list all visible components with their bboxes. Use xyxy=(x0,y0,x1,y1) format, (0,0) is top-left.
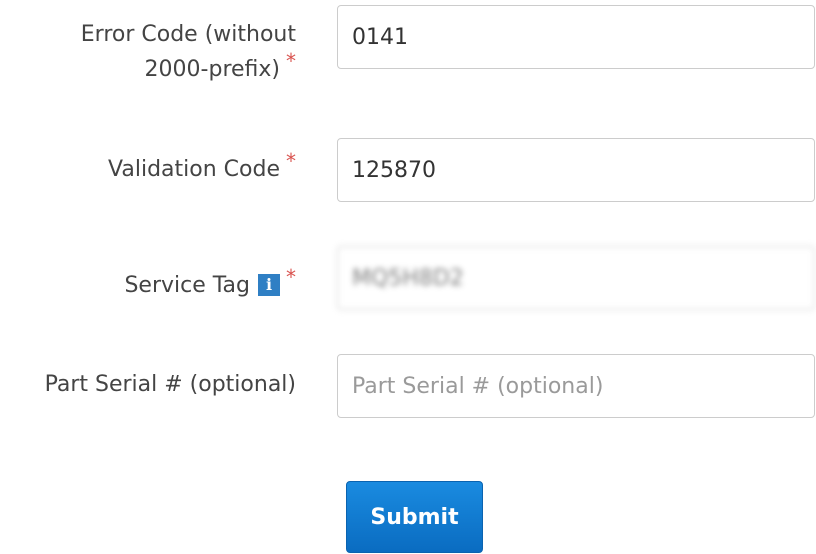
error-code-label-line2: 2000-prefix) * xyxy=(144,49,296,82)
service-tag-input[interactable] xyxy=(337,246,815,310)
info-icon[interactable]: i xyxy=(258,274,280,296)
required-asterisk: * xyxy=(286,49,296,73)
required-asterisk: * xyxy=(286,149,296,173)
submit-button[interactable]: Submit xyxy=(346,481,483,553)
part-serial-input[interactable] xyxy=(337,354,815,418)
required-asterisk: * xyxy=(286,265,296,289)
validation-code-input[interactable] xyxy=(337,138,815,202)
service-tag-label: Service Tag i * xyxy=(124,265,296,298)
error-code-label-line1: Error Code (without xyxy=(80,22,296,47)
error-code-label: Error Code (without 2000-prefix) * xyxy=(81,18,296,87)
error-code-input[interactable] xyxy=(337,5,815,69)
part-serial-label: Part Serial # (optional) xyxy=(44,372,296,397)
validation-code-label: Validation Code * xyxy=(108,149,296,182)
